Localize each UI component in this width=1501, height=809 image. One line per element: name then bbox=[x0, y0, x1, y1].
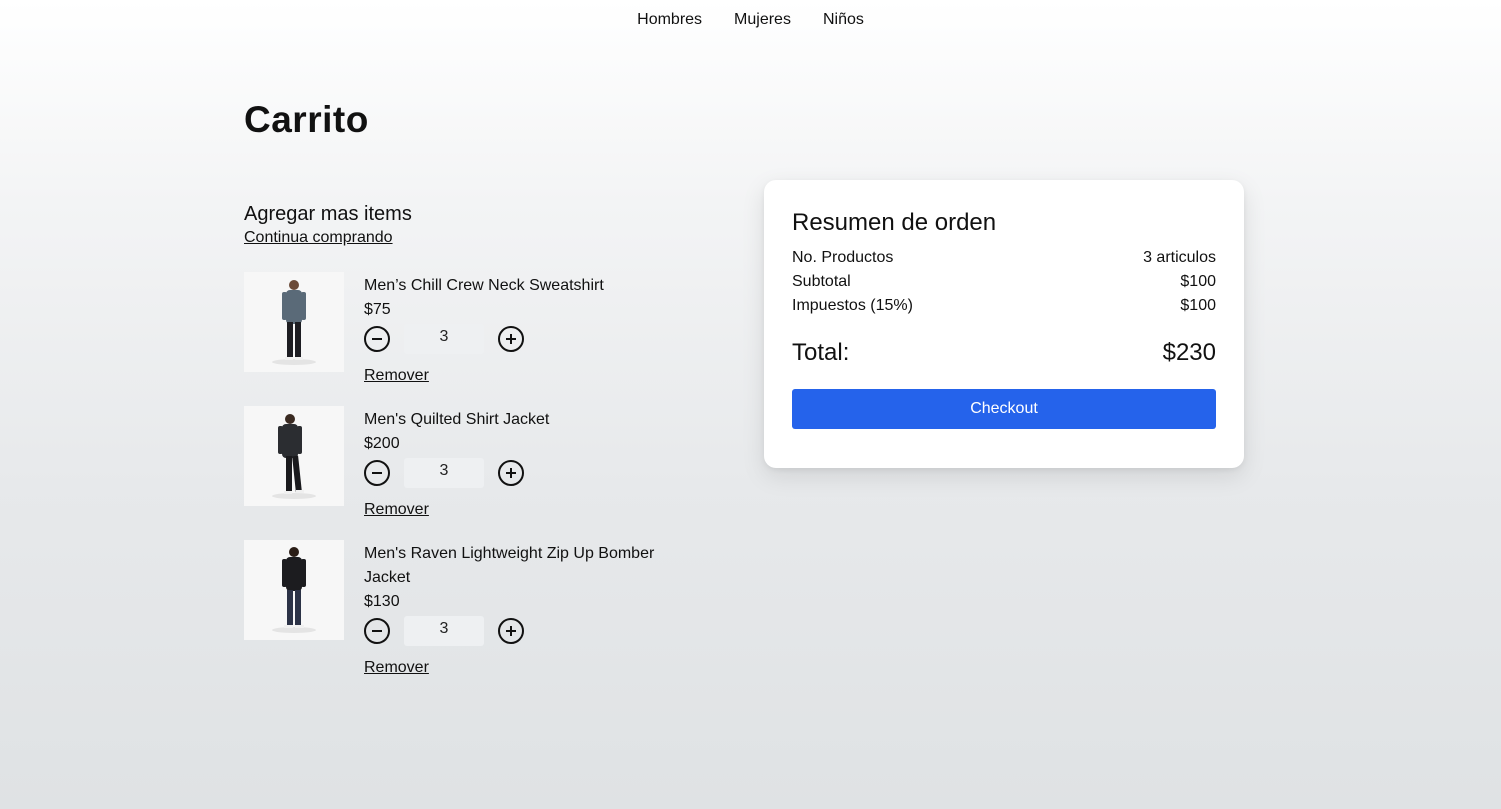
quantity-stepper: 3 bbox=[364, 616, 684, 646]
order-summary-card: Resumen de orden No. Productos 3 articul… bbox=[764, 180, 1244, 468]
quantity-stepper: 3 bbox=[364, 324, 684, 354]
summary-row-subtotal: Subtotal $100 bbox=[792, 270, 1216, 294]
nav-item-hombres[interactable]: Hombres bbox=[637, 10, 702, 30]
remove-button[interactable]: Remover bbox=[364, 658, 429, 678]
item-info: Men’s Chill Crew Neck Sweatshirt $75 3 R… bbox=[364, 274, 684, 386]
total-label: Total: bbox=[792, 339, 850, 366]
nav-item-mujeres[interactable]: Mujeres bbox=[734, 10, 791, 30]
plus-icon[interactable] bbox=[498, 618, 524, 644]
summary-row-taxes: Impuestos (15%) $100 bbox=[792, 294, 1216, 318]
product-image[interactable] bbox=[244, 540, 344, 640]
item-info: Men's Quilted Shirt Jacket $200 3 Remove… bbox=[364, 408, 684, 520]
product-image[interactable] bbox=[244, 406, 344, 506]
cart-section: Agregar mas items Continua comprando bbox=[244, 202, 704, 248]
nav-item-ninos[interactable]: Niños bbox=[823, 10, 864, 30]
summary-row-products: No. Productos 3 articulos bbox=[792, 246, 1216, 270]
minus-icon[interactable] bbox=[364, 460, 390, 486]
remove-button[interactable]: Remover bbox=[364, 500, 429, 520]
remove-button[interactable]: Remover bbox=[364, 366, 429, 386]
item-info: Men's Raven Lightweight Zip Up Bomber Ja… bbox=[364, 542, 684, 678]
summary-total: Total: $230 bbox=[792, 338, 1216, 368]
total-value: $230 bbox=[1162, 339, 1216, 366]
product-price: $75 bbox=[364, 301, 391, 318]
summary-value: 3 articulos bbox=[1143, 249, 1216, 266]
quantity-stepper: 3 bbox=[364, 458, 684, 488]
minus-icon[interactable] bbox=[364, 618, 390, 644]
product-name[interactable]: Men's Raven Lightweight Zip Up Bomber Ja… bbox=[364, 542, 684, 590]
summary-label: No. Productos bbox=[792, 249, 894, 266]
quantity-input[interactable]: 3 bbox=[404, 324, 484, 354]
product-name[interactable]: Men’s Chill Crew Neck Sweatshirt bbox=[364, 274, 684, 298]
product-price: $200 bbox=[364, 435, 400, 452]
page-title: Carrito bbox=[244, 99, 369, 140]
product-image[interactable] bbox=[244, 272, 344, 372]
add-more-title: Agregar mas items bbox=[244, 203, 412, 225]
summary-title: Resumen de orden bbox=[792, 209, 997, 236]
continue-shopping-link[interactable]: Continua comprando bbox=[244, 228, 393, 248]
plus-icon[interactable] bbox=[498, 326, 524, 352]
summary-label: Impuestos (15%) bbox=[792, 297, 913, 314]
quantity-input[interactable]: 3 bbox=[404, 458, 484, 488]
plus-icon[interactable] bbox=[498, 460, 524, 486]
checkout-button[interactable]: Checkout bbox=[792, 389, 1216, 429]
product-price: $130 bbox=[364, 593, 400, 610]
quantity-input[interactable]: 3 bbox=[404, 616, 484, 646]
summary-label: Subtotal bbox=[792, 273, 851, 290]
summary-value: $100 bbox=[1180, 273, 1216, 290]
minus-icon[interactable] bbox=[364, 326, 390, 352]
product-name[interactable]: Men's Quilted Shirt Jacket bbox=[364, 408, 684, 432]
summary-value: $100 bbox=[1180, 297, 1216, 314]
top-nav: Hombres Mujeres Niños bbox=[0, 10, 1501, 30]
